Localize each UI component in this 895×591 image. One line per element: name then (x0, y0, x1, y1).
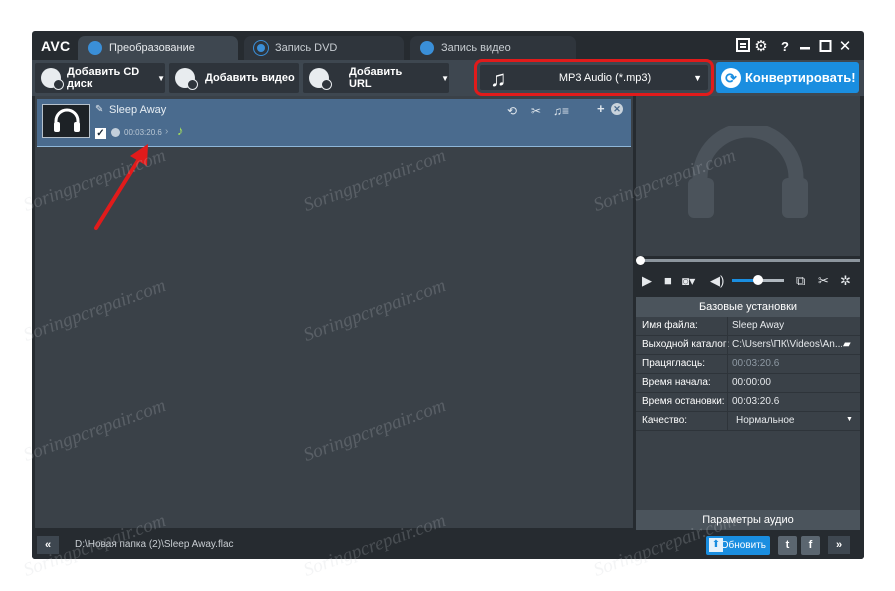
headphones-icon (688, 126, 808, 218)
format-label: MP3 Audio (*.mp3) (558, 71, 652, 84)
stop-icon[interactable]: ■ (664, 269, 672, 293)
file-name: Sleep Away (109, 104, 167, 116)
audio-params-button[interactable]: Параметры аудио (636, 510, 860, 530)
setting-key: Имя файла: (642, 320, 698, 331)
setting-value: 00:03:20.6 (732, 358, 780, 369)
chevron-down-icon[interactable]: ▼ (157, 74, 165, 83)
close-icon[interactable]: ✕ (836, 38, 854, 56)
format-highlight: ♫ MP3 Audio (*.mp3) ▼ (474, 59, 714, 96)
setting-value: C:\Users\ПК\Videos\An... (732, 339, 842, 350)
tab-label: Запись видео (441, 42, 511, 54)
setting-value: Нормальное (736, 415, 795, 426)
status-bar: « D:\Новая папка (2)\Sleep Away.flac ⬆ О… (32, 531, 864, 559)
tab-dvd-burn[interactable]: Запись DVD (244, 36, 404, 60)
scissors-icon[interactable]: ✂ (531, 104, 541, 118)
minimize-icon[interactable] (796, 38, 814, 56)
collapse-left-button[interactable]: « (37, 536, 59, 554)
add-video-button[interactable]: Добавить видео (169, 63, 299, 93)
help-button[interactable]: ? (776, 38, 794, 56)
speaker-icon[interactable]: ◀) (710, 269, 724, 293)
folder-icon[interactable]: ▰ (843, 339, 851, 350)
record-icon (420, 41, 434, 55)
magic-wand-icon[interactable]: ✲ (840, 269, 851, 293)
tab-video-record[interactable]: Запись видео (410, 36, 576, 60)
globe-add-icon (309, 68, 332, 90)
gear-icon[interactable]: ⚙ (752, 38, 770, 56)
audio-track-icon[interactable]: ♫≡ (553, 104, 569, 118)
chevron-right-icon: › (165, 126, 169, 137)
play-icon[interactable]: ▶ (642, 269, 652, 293)
file-duration: 00:03:20.6 (124, 128, 162, 137)
chevron-down-icon[interactable]: ▼ (846, 416, 853, 423)
music-note-icon: ♪ (177, 123, 184, 138)
tab-conversion[interactable]: Преобразование (78, 36, 238, 60)
app-logo: AVC (41, 38, 71, 54)
settings-header: Базовые установки (636, 297, 860, 317)
video-add-icon (175, 68, 198, 90)
clock-icon (111, 128, 120, 137)
add-url-button[interactable]: Добавить URL ▼ (303, 63, 449, 93)
remove-icon[interactable]: ✕ (611, 103, 623, 115)
twitter-icon[interactable]: t (778, 536, 797, 555)
cd-add-icon (41, 68, 64, 90)
volume-handle[interactable] (753, 275, 763, 285)
music-note-icon: ♫ (490, 66, 507, 91)
settings-panel: Базовые установки Имя файла: Sleep Away … (636, 297, 860, 530)
file-path: D:\Новая папка (2)\Sleep Away.flac (75, 539, 234, 550)
camera-icon[interactable]: ◙▾ (682, 269, 695, 293)
setting-value: 00:00:00 (732, 377, 771, 388)
setting-key: Выходной каталог: (642, 339, 730, 350)
settings-row-filename[interactable]: Имя файла: Sleep Away (636, 317, 860, 336)
annotation-arrow (94, 144, 148, 230)
scissors-icon[interactable]: ✂ (818, 269, 829, 293)
app-window: AVC Преобразование Запись DVD Запись вид… (32, 31, 864, 559)
convert-icon (88, 41, 102, 55)
format-dropdown[interactable]: ♫ MP3 Audio (*.mp3) ▼ (480, 65, 708, 91)
setting-value: 00:03:20.6 (732, 396, 780, 407)
refresh-icon: ⟳ (721, 67, 741, 88)
setting-key: Працягласць: (642, 358, 705, 369)
preview-pane (636, 96, 860, 256)
refresh-icon[interactable]: ⟲ (507, 104, 517, 118)
seek-track (640, 259, 860, 262)
expand-right-button[interactable]: » (828, 536, 850, 554)
edit-icon[interactable]: ✎ (95, 104, 103, 115)
setting-key: Время начала: (642, 377, 711, 388)
convert-button[interactable]: ⟳ Конвертировать! (716, 62, 859, 93)
add-cd-label: Добавить CD диск (67, 66, 140, 90)
headphones-icon (54, 108, 80, 132)
add-video-label: Добавить видео (205, 72, 295, 84)
add-cd-button[interactable]: Добавить CD диск ▼ (35, 63, 165, 93)
tab-label: Преобразование (109, 42, 195, 54)
setting-key: Качество: (642, 415, 688, 426)
disc-icon (254, 41, 268, 55)
setting-key: Время остановки: (642, 396, 725, 407)
settings-row-start-time[interactable]: Время начала: 00:00:00 (636, 374, 860, 393)
tab-label: Запись DVD (275, 42, 338, 54)
setting-value: Sleep Away (732, 320, 785, 331)
settings-row-quality[interactable]: Качество: Нормальное ▼ (636, 412, 860, 431)
seek-handle[interactable] (636, 256, 645, 265)
maximize-icon[interactable] (816, 38, 834, 56)
file-thumbnail (42, 104, 90, 138)
update-button[interactable]: ⬆ Обновить (706, 536, 770, 555)
facebook-icon[interactable]: f (801, 536, 820, 555)
add-icon[interactable]: + (597, 101, 605, 116)
settings-row-output-dir[interactable]: Выходной каталог: C:\Users\ПК\Videos\An.… (636, 336, 860, 355)
convert-label: Конвертировать! (745, 70, 856, 85)
clone-icon[interactable]: ⧉ (796, 269, 805, 293)
update-label: Обновить (720, 540, 766, 551)
settings-row-duration: Працягласць: 00:03:20.6 (636, 355, 860, 374)
add-url-label: Добавить URL (349, 66, 403, 90)
skin-icon[interactable] (734, 38, 752, 56)
upload-icon: ⬆ (709, 538, 723, 552)
seek-bar[interactable] (636, 256, 860, 265)
settings-row-stop-time[interactable]: Время остановки: 00:03:20.6 (636, 393, 860, 412)
volume-slider[interactable] (732, 269, 784, 293)
player-controls: ▶ ■ ◙▾ ◀) ⧉ ✂ ✲ (636, 269, 860, 293)
chevron-down-icon: ▼ (693, 73, 702, 83)
file-checkbox[interactable]: ✓ (95, 128, 106, 139)
chevron-down-icon[interactable]: ▼ (441, 74, 449, 83)
